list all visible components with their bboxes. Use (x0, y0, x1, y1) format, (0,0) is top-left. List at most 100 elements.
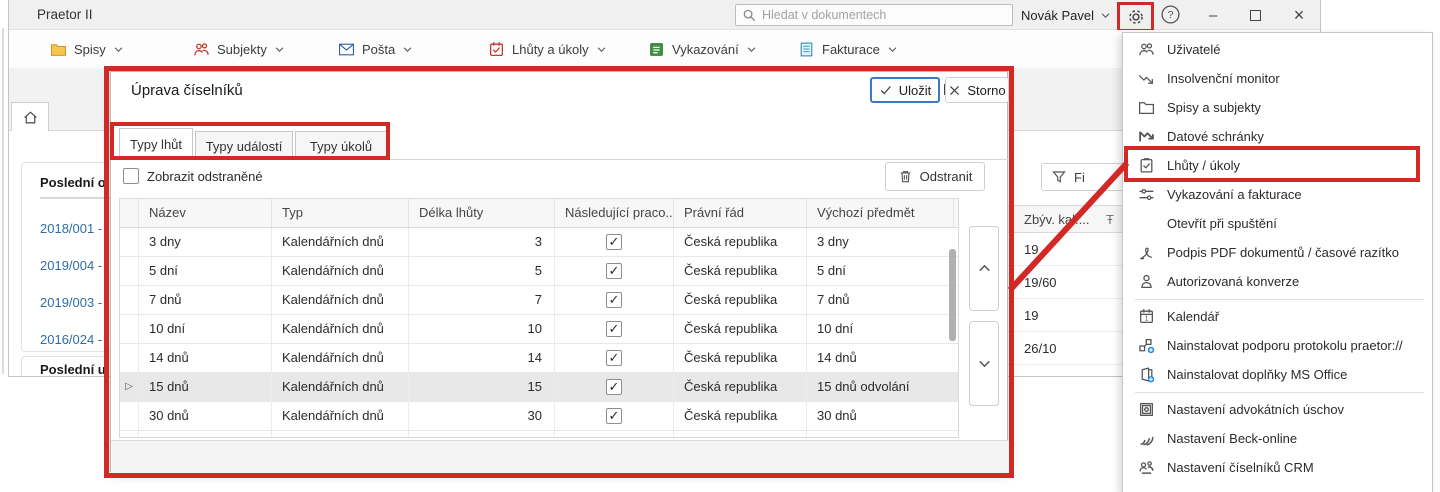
cancel-button[interactable]: Storno (945, 77, 1009, 103)
settings-gear-button[interactable] (1117, 2, 1154, 32)
delete-button-label: Odstranit (920, 169, 973, 184)
move-down-button[interactable] (969, 321, 999, 406)
menubar-item-fakturace[interactable]: Fakturace (798, 38, 898, 60)
settings-item-otevrit-pri-spusteni[interactable]: Otevřít při spuštění (1123, 209, 1432, 238)
table-cell (272, 431, 409, 438)
table-cell: 7 dnů (139, 286, 272, 314)
maximize-button[interactable] (1237, 0, 1273, 30)
bg-table-value: 19 (1006, 299, 1136, 332)
table-cell: ✓ (555, 257, 674, 285)
menubar-item-posta[interactable]: Pošta (338, 38, 413, 60)
menubar-item-spisy[interactable]: Spisy (50, 38, 124, 60)
table-cell: Česká republika (674, 257, 807, 285)
column-header-nasledujici-praco[interactable]: Následující praco... (555, 199, 674, 227)
row-checkbox[interactable]: ✓ (606, 379, 622, 395)
recent-files-title: Poslední o (40, 175, 106, 190)
table-cell (409, 431, 555, 438)
settings-item-uzivatele[interactable]: Uživatelé (1123, 35, 1432, 64)
table-row[interactable]: 5 dníKalendářních dnů5✓Česká republika5 … (120, 257, 958, 286)
help-button[interactable]: ? (1161, 5, 1180, 24)
row-checkbox[interactable]: ✓ (606, 263, 622, 279)
folder-yellow-icon (50, 41, 67, 58)
settings-item-vykazovani-a-fakturace[interactable]: Vykazování a fakturace (1123, 180, 1432, 209)
table-cell: ✓ (555, 373, 674, 401)
report-green-icon (648, 41, 665, 58)
tab-home[interactable] (11, 102, 49, 131)
minimize-button[interactable]: – (1195, 0, 1231, 30)
table-row[interactable]: 3 dnyKalendářních dnů3✓Česká republika3 … (120, 228, 958, 257)
row-checkbox[interactable]: ✓ (606, 321, 622, 337)
settings-item-autorizovana-konverze[interactable]: Autorizovaná konverze (1123, 267, 1432, 296)
row-checkbox[interactable]: ✓ (606, 292, 622, 308)
dialog-tab-typy-udalosti[interactable]: Typy událostí (195, 131, 293, 160)
column-header-vychozi-predmet[interactable]: Výchozí předmět (807, 199, 954, 227)
table-row[interactable]: 7 dnůKalendářních dnů7✓Česká republika7 … (120, 286, 958, 315)
settings-item-label: Autorizovaná konverze (1167, 274, 1299, 289)
recent-file-link[interactable]: 2019/004 - (40, 258, 102, 273)
recent-file-link[interactable]: 2018/001 - (40, 221, 102, 236)
settings-item-insolvencni-monitor[interactable]: Insolvenční monitor (1123, 64, 1432, 93)
settings-item-spisy-a-subjekty[interactable]: Spisy a subjekty (1123, 93, 1432, 122)
settings-item-lhuty-ukoly[interactable]: Lhůty / úkoly (1123, 151, 1432, 180)
settings-item-nastaveni-beck-online[interactable]: Nastavení Beck-online (1123, 424, 1432, 453)
filter-button[interactable]: Fi (1041, 163, 1125, 191)
table-row[interactable]: 30 dnůKalendářních dnů30✓Česká republika… (120, 402, 958, 431)
table-cell: 30 dnů (807, 402, 954, 430)
table-row[interactable]: ✓ (120, 431, 958, 438)
table-cell: 7 dnů (807, 286, 954, 314)
column-header-pravni-rad[interactable]: Právní řád (674, 199, 807, 227)
column-filter-icon: Ŧ (1106, 206, 1114, 233)
clipboard-check-icon (1137, 157, 1155, 174)
bg-column-header-label: Zbýv. kal.... (1024, 206, 1090, 233)
recent-file-link[interactable]: 2016/024 - (40, 332, 102, 347)
column-header-delka-lhuty[interactable]: Délka lhůty (409, 199, 555, 227)
save-button[interactable]: Uložit (870, 77, 940, 103)
settings-item-datove-schranky[interactable]: Datové schránky (1123, 122, 1432, 151)
settings-item-label: Nastavení Beck-online (1167, 431, 1297, 446)
search-box[interactable] (735, 4, 1013, 26)
filter-button-label: Fi (1074, 170, 1085, 185)
settings-item-nainstalovat-doplnky-ms-office[interactable]: Nainstalovat doplňky MS Office (1123, 360, 1432, 389)
settings-item-kalendar[interactable]: 1Kalendář (1123, 302, 1432, 331)
settings-item-podpis-pdf-dokumentu-casove-razitko[interactable]: Podpis PDF dokumentů / časové razítko (1123, 238, 1432, 267)
row-checkbox[interactable]: ✓ (606, 437, 622, 438)
table-cell: 30 dnů (139, 402, 272, 430)
user-menu-button[interactable]: Novák Pavel (1021, 0, 1111, 30)
invoice-blue-icon (798, 41, 815, 58)
delete-button[interactable]: Odstranit (885, 162, 985, 191)
settings-item-label: Spisy a subjekty (1167, 100, 1261, 115)
dialog-footer (111, 440, 1009, 473)
close-button[interactable]: × (1281, 0, 1317, 30)
row-marker (120, 228, 139, 256)
table-row[interactable]: 10 dníKalendářních dnů10✓Česká republika… (120, 315, 958, 344)
maximize-icon (1250, 10, 1261, 21)
dialog-tab-typy-lhut[interactable]: Typy lhůt (119, 128, 193, 160)
bg-column-header[interactable]: Zbýv. kal.... Ŧ (1006, 205, 1136, 233)
column-header-typ[interactable]: Typ (272, 199, 409, 227)
app-title: Praetor II (37, 0, 93, 30)
menubar-item-vykazovani[interactable]: Vykazování (648, 38, 757, 60)
table-cell (674, 431, 807, 438)
dialog-tab-typy-ukolu[interactable]: Typy úkolů (295, 131, 387, 160)
row-checkbox[interactable]: ✓ (606, 408, 622, 424)
row-checkbox[interactable]: ✓ (606, 350, 622, 366)
move-up-button[interactable] (969, 226, 999, 311)
table-cell: ✓ (555, 286, 674, 314)
menubar-item-subjekty[interactable]: Subjekty (193, 38, 285, 60)
settings-item-label: Nastavení číselníků CRM (1167, 460, 1314, 475)
menubar-item-lhuty-a-ukoly[interactable]: Lhůty a úkoly (488, 38, 607, 60)
table-row[interactable]: ▷15 dnůKalendářních dnů15✓Česká republik… (120, 373, 958, 402)
column-header-nazev[interactable]: Název (139, 199, 272, 227)
show-deleted-checkbox[interactable] (123, 168, 139, 184)
table-scrollbar-thumb[interactable] (949, 249, 956, 341)
search-input[interactable] (736, 5, 1012, 25)
svg-text:1: 1 (1144, 315, 1148, 322)
bg-table-value: 28 (1006, 365, 1136, 377)
settings-item-nastaveni-advokatnich-uschov[interactable]: Nastavení advokátních úschov (1123, 395, 1432, 424)
chevron-down-icon (113, 44, 124, 55)
settings-item-nastaveni-ciselniku-crm[interactable]: Nastavení číselníků CRM (1123, 453, 1432, 482)
table-row[interactable]: 14 dnůKalendářních dnů14✓Česká republika… (120, 344, 958, 373)
recent-file-link[interactable]: 2019/003 - (40, 295, 102, 310)
settings-item-nainstalovat-podporu-protokolu-praetor[interactable]: Nainstalovat podporu protokolu praetor:/… (1123, 331, 1432, 360)
row-checkbox[interactable]: ✓ (606, 234, 622, 250)
